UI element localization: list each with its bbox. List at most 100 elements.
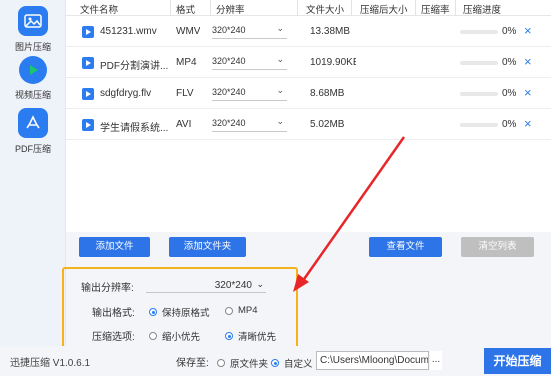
add-folder-button[interactable]: 添加文件夹 bbox=[169, 237, 246, 257]
resolution-select[interactable]: 320*240 ⌄ bbox=[212, 116, 287, 132]
save-option-original-folder[interactable]: 原文件夹 bbox=[217, 356, 268, 370]
resolution-select[interactable]: 320*240 ⌄ bbox=[212, 85, 287, 101]
sidebar: 图片压缩 视频压缩 PDF压缩 bbox=[0, 0, 66, 346]
clear-list-button[interactable]: 清空列表 bbox=[461, 237, 534, 257]
radio-unselected-icon bbox=[149, 332, 157, 340]
radio-label: 原文件夹 bbox=[230, 359, 269, 370]
view-files-button[interactable]: 查看文件 bbox=[369, 237, 442, 257]
resolution-select[interactable]: 320*240 ⌄ bbox=[212, 23, 287, 39]
file-name: 451231.wmv bbox=[100, 26, 157, 37]
column-header-progress: 压缩进度 bbox=[463, 5, 502, 16]
remove-icon[interactable]: × bbox=[524, 54, 532, 69]
file-size: 1019.90KE bbox=[310, 57, 356, 68]
save-option-custom[interactable]: 自定义 bbox=[271, 356, 313, 370]
chevron-down-icon: ⌄ bbox=[276, 54, 284, 64]
file-format: MP4 bbox=[176, 57, 197, 68]
image-icon bbox=[18, 6, 48, 36]
column-header-format: 格式 bbox=[176, 5, 196, 16]
sidebar-item-label: 图片压缩 bbox=[14, 42, 51, 52]
sidebar-item-video-compress[interactable]: 视频压缩 bbox=[0, 56, 66, 101]
file-name: 学生请假系统... bbox=[100, 123, 169, 134]
file-format: FLV bbox=[176, 88, 194, 99]
app-version: 迅捷压缩 V1.0.6.1 bbox=[10, 358, 91, 369]
radio-unselected-icon bbox=[225, 306, 233, 315]
progress-percent: 0% bbox=[502, 119, 517, 130]
resolution-value: 320*240 bbox=[212, 56, 246, 66]
radio-label: MP4 bbox=[238, 305, 258, 316]
table-row[interactable]: sdgfdryg.flv FLV 320*240 ⌄ 8.68MB 0% × bbox=[66, 79, 551, 109]
radio-label: 保持原格式 bbox=[162, 308, 210, 319]
file-size: 8.68MB bbox=[310, 88, 345, 99]
compress-option-label: 压缩选项: bbox=[92, 332, 135, 343]
save-to-label: 保存至: bbox=[176, 358, 209, 369]
column-header-name: 文件名称 bbox=[80, 5, 119, 16]
remove-icon[interactable]: × bbox=[524, 85, 532, 100]
chevron-down-icon: ⌄ bbox=[276, 85, 284, 95]
radio-unselected-icon bbox=[217, 359, 225, 367]
column-divider bbox=[415, 0, 416, 15]
add-file-button[interactable]: 添加文件 bbox=[79, 237, 150, 257]
remove-icon[interactable]: × bbox=[524, 23, 532, 38]
radio-label: 缩小优先 bbox=[162, 332, 201, 343]
footer-bar: 迅捷压缩 V1.0.6.1 保存至: 原文件夹 自定义 C:\Users\Mlo… bbox=[0, 346, 551, 376]
browse-button[interactable]: ... bbox=[430, 351, 442, 370]
sidebar-item-label: 视频压缩 bbox=[14, 90, 51, 100]
file-list-panel: 文件名称 格式 分辨率 文件大小 压缩后大小 压缩率 压缩进度 451231.w… bbox=[66, 0, 551, 232]
radio-selected-icon bbox=[225, 332, 233, 340]
sidebar-item-image-compress[interactable]: 图片压缩 bbox=[0, 6, 66, 53]
progress-percent: 0% bbox=[502, 26, 517, 37]
output-resolution-select[interactable]: 320*240 ⌄ bbox=[146, 279, 266, 293]
compress-option-smaller[interactable]: 缩小优先 bbox=[149, 329, 200, 343]
radio-label: 自定义 bbox=[284, 359, 313, 370]
remove-icon[interactable]: × bbox=[524, 116, 532, 131]
column-header-ratio: 压缩率 bbox=[421, 5, 450, 16]
chevron-down-icon: ⌄ bbox=[276, 116, 284, 126]
format-option-keep-original[interactable]: 保持原格式 bbox=[149, 305, 210, 319]
video-file-icon bbox=[82, 119, 94, 131]
progress-bar bbox=[460, 123, 498, 127]
radio-selected-icon bbox=[271, 359, 279, 367]
file-size: 5.02MB bbox=[310, 119, 345, 130]
resolution-select[interactable]: 320*240 ⌄ bbox=[212, 54, 287, 70]
progress-bar bbox=[460, 92, 498, 96]
radio-label: 清晰优先 bbox=[238, 332, 277, 343]
sidebar-item-pdf-compress[interactable]: PDF压缩 bbox=[0, 108, 66, 155]
column-header-compressed-size: 压缩后大小 bbox=[360, 5, 408, 16]
chevron-down-icon: ⌄ bbox=[276, 23, 284, 33]
radio-selected-icon bbox=[149, 308, 157, 316]
play-icon bbox=[19, 56, 47, 84]
column-divider bbox=[170, 0, 171, 15]
table-row[interactable]: PDF分割演讲... MP4 320*240 ⌄ 1019.90KE 0% × bbox=[66, 48, 551, 78]
output-resolution-label: 输出分辨率: bbox=[81, 283, 134, 294]
save-path-input[interactable]: C:\Users\Mloong\Docume bbox=[316, 351, 429, 370]
file-name: sdgfdryg.flv bbox=[100, 88, 152, 99]
output-format-label: 输出格式: bbox=[92, 308, 135, 319]
file-format: AVI bbox=[176, 119, 192, 130]
pdf-icon bbox=[18, 108, 48, 138]
column-divider bbox=[455, 0, 456, 15]
column-divider bbox=[351, 0, 352, 15]
chevron-down-icon: ⌄ bbox=[256, 279, 264, 289]
video-file-icon bbox=[82, 57, 94, 69]
column-divider bbox=[297, 0, 298, 15]
table-row[interactable]: 451231.wmv WMV 320*240 ⌄ 13.38MB 0% × bbox=[66, 17, 551, 47]
table-header: 文件名称 格式 分辨率 文件大小 压缩后大小 压缩率 压缩进度 bbox=[66, 0, 551, 16]
resolution-value: 320*240 bbox=[212, 118, 246, 128]
compress-option-clearer[interactable]: 清晰优先 bbox=[225, 329, 276, 343]
file-name: PDF分割演讲... bbox=[100, 61, 169, 72]
table-row[interactable]: 学生请假系统... AVI 320*240 ⌄ 5.02MB 0% × bbox=[66, 110, 551, 140]
resolution-value: 320*240 bbox=[212, 25, 246, 35]
video-file-icon bbox=[82, 26, 94, 38]
progress-percent: 0% bbox=[502, 88, 517, 99]
column-divider bbox=[210, 0, 211, 15]
start-compress-button[interactable]: 开始压缩 bbox=[484, 348, 551, 374]
column-header-resolution: 分辨率 bbox=[216, 5, 245, 16]
file-size: 13.38MB bbox=[310, 26, 351, 37]
output-resolution-value: 320*240 bbox=[214, 280, 252, 291]
file-format: WMV bbox=[176, 26, 201, 37]
format-option-mp4[interactable]: MP4 bbox=[225, 305, 258, 316]
progress-bar bbox=[460, 30, 498, 34]
output-settings-panel: 输出分辨率: 320*240 ⌄ 输出格式: 保持原格式 MP4 压缩选项: 缩… bbox=[62, 267, 298, 349]
resolution-value: 320*240 bbox=[212, 87, 246, 97]
sidebar-item-label: PDF压缩 bbox=[14, 144, 51, 154]
